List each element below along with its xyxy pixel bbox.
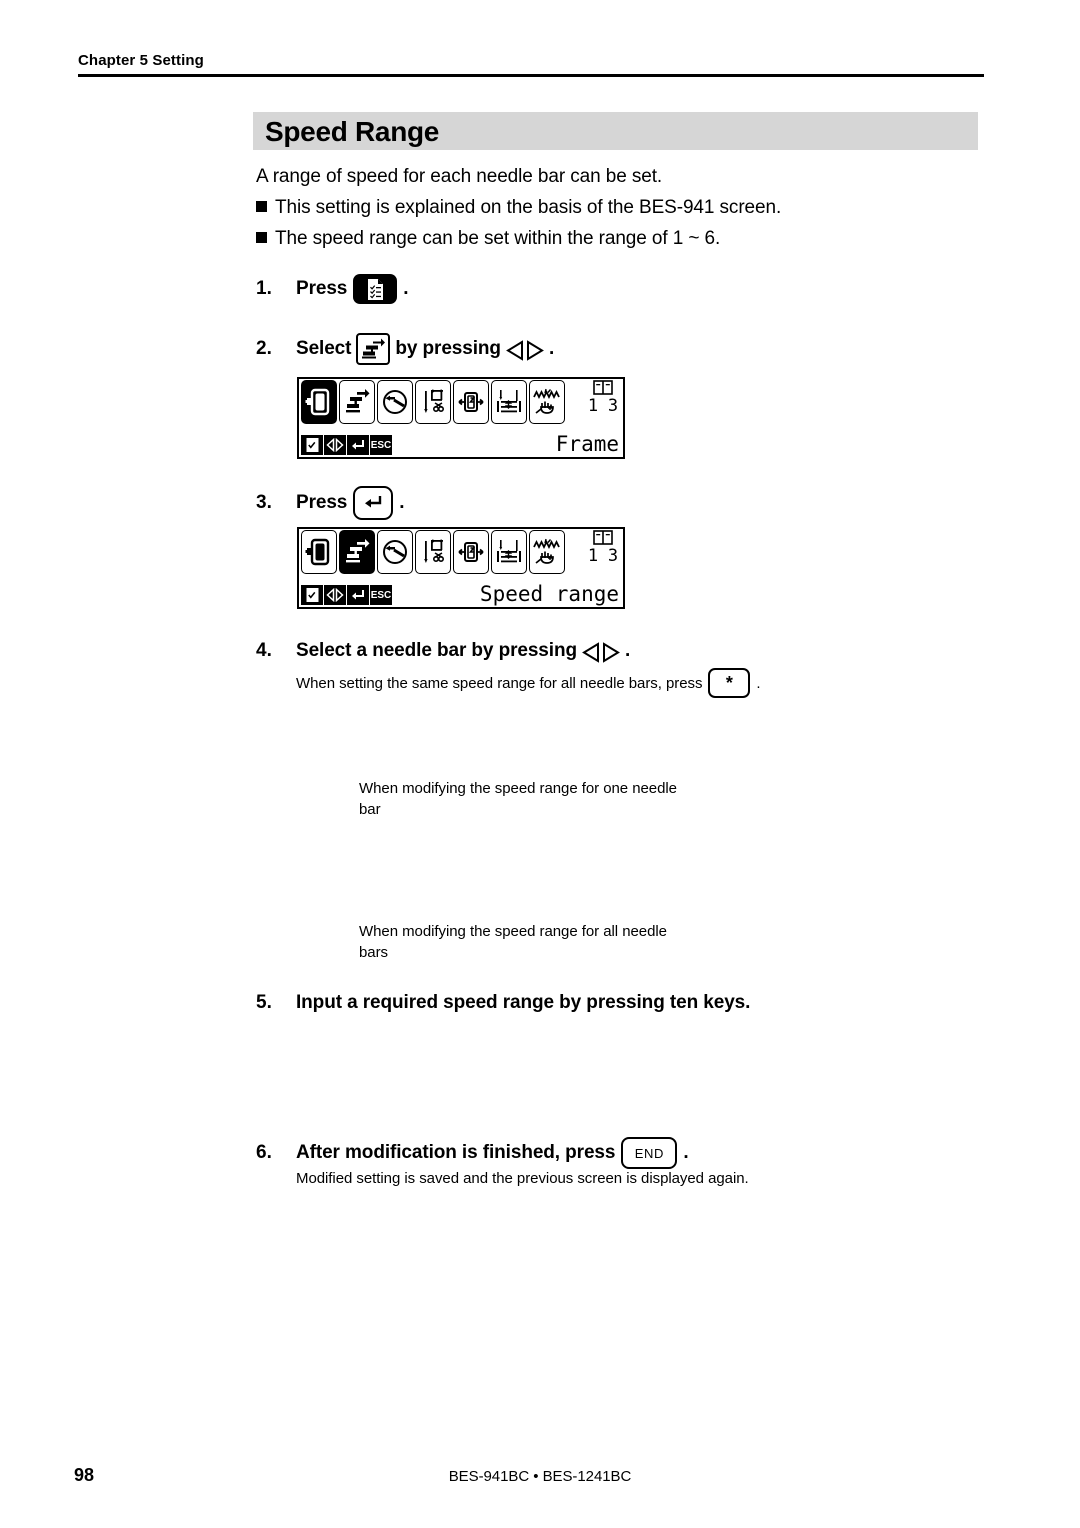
step-2-text: Select by pressing . — [296, 333, 554, 365]
lcd-icon-speed-range[interactable] — [339, 530, 375, 574]
arrow-left-icon — [506, 339, 523, 361]
intro-block: A range of speed for each needle bar can… — [256, 161, 956, 254]
enter-key-icon[interactable] — [353, 486, 394, 520]
softkey-enter-icon[interactable] — [347, 585, 369, 605]
lcd-icon-needle-height[interactable] — [491, 380, 527, 424]
lcd-icon-row — [301, 530, 567, 576]
lcd-icon-speed-gauge[interactable] — [377, 380, 413, 424]
step-6-note-text: Modified setting is saved and the previo… — [296, 1170, 749, 1187]
step-4: 4. Select a needle bar by pressing . — [256, 640, 631, 663]
lcd-icon-row — [301, 380, 567, 426]
lcd-screen-frame: 1 3 Frame ESC — [297, 377, 625, 459]
step-4-note: When setting the same speed range for al… — [296, 668, 761, 698]
end-key[interactable]: END — [621, 1137, 678, 1169]
step-2-label: Select — [296, 338, 352, 359]
lcd-icon-frame-move[interactable] — [453, 380, 489, 424]
lcd-page-indicator: 1 3 — [585, 380, 621, 415]
step-2-label-mid: by pressing — [395, 338, 501, 359]
book-icon — [585, 530, 621, 546]
caption-one-needle-bar: When modifying the speed range for one n… — [359, 780, 677, 818]
softkey-left-right-icon[interactable] — [324, 435, 346, 455]
lcd-page-current: 1 — [587, 546, 599, 566]
lcd-icon-thread-trim[interactable] — [415, 530, 451, 574]
intro-lead: A range of speed for each needle bar can… — [256, 166, 663, 187]
softkey-enter-icon[interactable] — [347, 435, 369, 455]
step-1-text: Press . — [296, 274, 409, 304]
step-5-number: 5. — [256, 992, 272, 1013]
intro-bullet-1: The speed range can be set within the ra… — [256, 223, 956, 254]
step-2-number: 2. — [256, 338, 272, 359]
softkey-esc[interactable]: ESC — [370, 435, 392, 455]
step-1-label: Press — [296, 278, 348, 299]
lcd-softkey-row: ESC — [301, 585, 392, 605]
asterisk-key[interactable]: * — [708, 668, 751, 698]
step-1-number: 1. — [256, 278, 272, 299]
lcd-icon-frame[interactable] — [301, 530, 337, 574]
softkey-select-icon[interactable] — [301, 585, 323, 605]
page-title: Speed Range — [265, 116, 440, 147]
step-4-number: 4. — [256, 640, 272, 661]
intro-bullet-0: This setting is explained on the basis o… — [256, 192, 956, 223]
square-bullet-icon — [256, 201, 267, 212]
header-divider — [78, 74, 984, 77]
step-6-number: 6. — [256, 1142, 272, 1163]
lcd-icon-speed-range[interactable] — [339, 380, 375, 424]
intro-bullet-text: The speed range can be set within the ra… — [275, 228, 721, 249]
step-5-text: Input a required speed range by pressing… — [296, 992, 751, 1013]
step-1-period: . — [403, 278, 409, 299]
lcd-icon-thread-trim[interactable] — [415, 380, 451, 424]
intro-bullet-text: This setting is explained on the basis o… — [275, 197, 782, 218]
step-6-label: After modification is finished, press — [296, 1142, 616, 1163]
step-4-period: . — [624, 640, 631, 661]
lcd-icon-needle-height[interactable] — [491, 530, 527, 574]
left-right-arrow-icons — [581, 641, 621, 663]
step-3-number: 3. — [256, 492, 272, 513]
lcd-page-total: 3 — [607, 396, 619, 416]
step-6-text: After modification is finished, press EN… — [296, 1137, 689, 1169]
lcd-page-indicator: 1 3 — [585, 530, 621, 565]
step-2: 2. Select by pressing . — [256, 333, 554, 365]
lcd-icon-thread-tension[interactable] — [529, 530, 565, 574]
step-4-label: Select a needle bar by pressing — [296, 640, 577, 661]
chapter-label: Chapter 5 Setting — [78, 52, 204, 69]
lcd-icon-frame-move[interactable] — [453, 530, 489, 574]
square-bullet-icon — [256, 232, 267, 243]
step-3-period: . — [399, 492, 405, 513]
arrow-left-icon — [582, 641, 599, 663]
lcd-screen-speed-range: 1 3 Speed range ESC — [297, 527, 625, 609]
step-6-note: Modified setting is saved and the previo… — [296, 1168, 749, 1189]
step-1: 1. Press . — [256, 274, 409, 304]
book-icon — [585, 380, 621, 396]
step-6-period: . — [683, 1142, 689, 1163]
arrow-right-icon — [526, 339, 544, 361]
lcd-page-current: 1 — [587, 396, 599, 416]
speed-range-icon-key[interactable] — [356, 333, 391, 365]
step-6: 6. After modification is finished, press… — [256, 1137, 689, 1169]
lcd-status-label: Frame — [555, 432, 619, 456]
section-title-band: Speed Range — [253, 112, 978, 150]
setting-menu-key-icon[interactable] — [353, 274, 398, 304]
arrow-right-icon — [602, 641, 620, 663]
lcd-page-total: 3 — [607, 546, 619, 566]
softkey-esc[interactable]: ESC — [370, 585, 392, 605]
lcd-softkey-row: ESC — [301, 435, 392, 455]
step-4-note-period: . — [756, 674, 761, 692]
left-right-arrow-icons — [505, 339, 545, 361]
step-4-note-text: When setting the same speed range for al… — [296, 674, 703, 692]
step-5: 5. Input a required speed range by press… — [256, 992, 750, 1014]
lcd-status-label: Speed range — [479, 582, 619, 606]
caption-all-needle-bars: When modifying the speed range for all n… — [359, 923, 667, 961]
step-3: 3. Press . — [256, 486, 405, 520]
softkey-left-right-icon[interactable] — [324, 585, 346, 605]
lcd-icon-frame[interactable] — [301, 380, 337, 424]
softkey-select-icon[interactable] — [301, 435, 323, 455]
step-2-period: . — [548, 338, 555, 359]
lcd-icon-speed-gauge[interactable] — [377, 530, 413, 574]
step-3-label: Press — [296, 492, 348, 513]
step-4-text: Select a needle bar by pressing . — [296, 640, 631, 663]
page-header: Chapter 5 Setting — [78, 52, 984, 77]
lcd-icon-thread-tension[interactable] — [529, 380, 565, 424]
footer-model-names: BES-941BC • BES-1241BC — [448, 1468, 632, 1485]
step-3-text: Press . — [296, 486, 405, 520]
